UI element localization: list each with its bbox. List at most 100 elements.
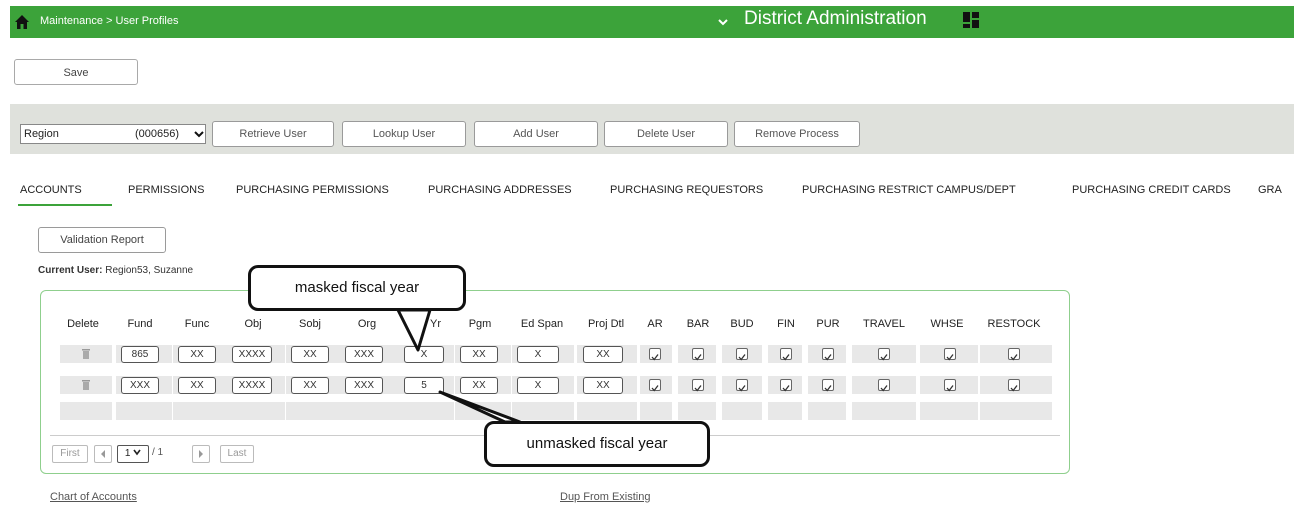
delete-user-button[interactable]: Delete User: [604, 121, 728, 147]
proj-dtl-input[interactable]: XX: [583, 346, 623, 363]
app-grid-icon[interactable]: [962, 11, 980, 29]
bud-checkbox[interactable]: [736, 348, 748, 361]
page-select-value: 1: [124, 448, 131, 459]
cell-bg: [640, 402, 672, 420]
dup-from-existing-link[interactable]: Dup From Existing: [560, 491, 650, 503]
col-header-bud: BUD: [730, 318, 754, 330]
col-header-restock: RESTOCK: [987, 318, 1041, 330]
org-input[interactable]: XXX: [345, 377, 383, 394]
fin-checkbox[interactable]: [780, 379, 792, 392]
proj-dtl-input[interactable]: XX: [583, 377, 623, 394]
col-header-proj-dtl: Proj Dtl: [587, 318, 625, 330]
fscl-yr-input[interactable]: X: [404, 346, 444, 363]
add-user-button[interactable]: Add User: [474, 121, 598, 147]
cell-bg: [229, 402, 285, 420]
func-input[interactable]: XX: [178, 346, 216, 363]
checkmark-icon: [738, 354, 746, 361]
fund-input[interactable]: 865: [121, 346, 159, 363]
next-page-button[interactable]: [192, 445, 210, 463]
cell-bg: [678, 402, 716, 420]
validation-report-button[interactable]: Validation Report: [38, 227, 166, 253]
col-header-fund: Fund: [127, 318, 153, 330]
obj-input[interactable]: XXXX: [232, 377, 272, 394]
checkmark-icon: [1010, 354, 1018, 361]
save-button[interactable]: Save: [14, 59, 138, 85]
chevron-down-icon[interactable]: [716, 15, 730, 29]
home-icon[interactable]: [14, 14, 30, 30]
callout-masked-fiscal-year: masked fiscal year: [248, 265, 466, 311]
col-header-pur: PUR: [816, 318, 840, 330]
current-user-value: Region53, Suzanne: [105, 265, 194, 276]
cell-bg: [455, 402, 511, 420]
chevron-right-icon: [199, 450, 203, 458]
district-title[interactable]: District Administration: [744, 8, 927, 30]
breadcrumb[interactable]: Maintenance > User Profiles: [40, 15, 178, 27]
chart-of-accounts-link[interactable]: Chart of Accounts: [50, 491, 137, 503]
bud-checkbox[interactable]: [736, 379, 748, 392]
obj-input[interactable]: XXXX: [232, 346, 272, 363]
whse-checkbox[interactable]: [944, 348, 956, 361]
active-tab-indicator: [18, 204, 112, 206]
ed-span-input[interactable]: X: [517, 377, 559, 394]
pur-checkbox[interactable]: [822, 379, 834, 392]
checkmark-icon: [651, 354, 659, 361]
org-input[interactable]: XXX: [345, 346, 383, 363]
pur-checkbox[interactable]: [822, 348, 834, 361]
fin-checkbox[interactable]: [780, 348, 792, 361]
cell-bg: [808, 402, 846, 420]
col-header-fin: FIN: [777, 318, 795, 330]
first-page-button[interactable]: First: [52, 445, 88, 463]
cell-bg: [768, 402, 802, 420]
tab-gra[interactable]: GRA: [1258, 184, 1282, 196]
sobj-input[interactable]: XX: [291, 346, 329, 363]
user-select-code: (000656): [135, 128, 180, 140]
travel-checkbox[interactable]: [878, 348, 890, 361]
pgm-input[interactable]: XX: [460, 377, 498, 394]
user-select-name: Region: [24, 128, 59, 140]
tab-permissions[interactable]: PERMISSIONS: [128, 184, 204, 196]
user-select[interactable]: Region (000656): [20, 124, 206, 144]
ar-checkbox[interactable]: [649, 379, 661, 392]
checkmark-icon: [946, 385, 954, 392]
page-select[interactable]: 1: [117, 445, 149, 463]
col-header-travel: TRAVEL: [863, 318, 905, 330]
col-header-bar: BAR: [686, 318, 710, 330]
pgm-input[interactable]: XX: [460, 346, 498, 363]
tab-purchasing-requestors[interactable]: PURCHASING REQUESTORS: [610, 184, 763, 196]
fscl-yr-input[interactable]: 5: [404, 377, 444, 394]
cell-bg: [286, 402, 342, 420]
trash-icon[interactable]: [81, 379, 91, 391]
sobj-input[interactable]: XX: [291, 377, 329, 394]
retrieve-user-button[interactable]: Retrieve User: [212, 121, 334, 147]
bar-checkbox[interactable]: [692, 348, 704, 361]
ed-span-input[interactable]: X: [517, 346, 559, 363]
checkmark-icon: [651, 385, 659, 392]
current-user: Current User: Region53, Suzanne: [38, 265, 193, 276]
col-header-sobj: Sobj: [298, 318, 322, 330]
checkmark-icon: [694, 385, 702, 392]
lookup-user-button[interactable]: Lookup User: [342, 121, 466, 147]
cell-bg: [980, 402, 1052, 420]
prev-page-button[interactable]: [94, 445, 112, 463]
tab-purchasing-permissions[interactable]: PURCHASING PERMISSIONS: [236, 184, 389, 196]
ar-checkbox[interactable]: [649, 348, 661, 361]
bar-checkbox[interactable]: [692, 379, 704, 392]
last-page-button[interactable]: Last: [220, 445, 254, 463]
tab-purchasing-credit-cards[interactable]: PURCHASING CREDIT CARDS: [1072, 184, 1231, 196]
restock-checkbox[interactable]: [1008, 348, 1020, 361]
restock-checkbox[interactable]: [1008, 379, 1020, 392]
cell-bg: [116, 402, 172, 420]
whse-checkbox[interactable]: [944, 379, 956, 392]
page-count: / 1: [152, 447, 164, 458]
trash-icon[interactable]: [81, 348, 91, 360]
tab-accounts[interactable]: ACCOUNTS: [20, 184, 82, 196]
tab-purchasing-restrict-campus-dept[interactable]: PURCHASING RESTRICT CAMPUS/DEPT: [802, 184, 1016, 196]
remove-process-button[interactable]: Remove Process: [734, 121, 860, 147]
travel-checkbox[interactable]: [878, 379, 890, 392]
tab-purchasing-addresses[interactable]: PURCHASING ADDRESSES: [428, 184, 572, 196]
cell-bg: [577, 402, 637, 420]
fund-input[interactable]: XXX: [121, 377, 159, 394]
func-input[interactable]: XX: [178, 377, 216, 394]
checkmark-icon: [880, 354, 888, 361]
col-header-delete: Delete: [67, 318, 99, 330]
